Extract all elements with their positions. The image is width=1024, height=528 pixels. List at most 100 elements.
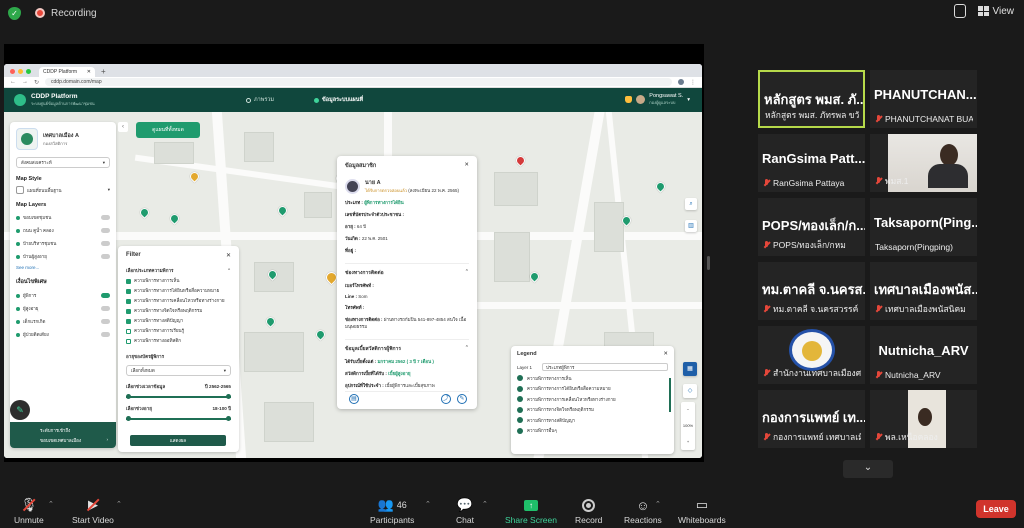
legend-scrollbar[interactable] (669, 378, 671, 412)
chart-icon[interactable]: ▥ (685, 220, 697, 232)
condition-item[interactable]: ผู้พิการ (16, 292, 110, 299)
map-marker[interactable] (188, 170, 201, 183)
map-marker[interactable] (514, 154, 527, 167)
close-tab-icon[interactable]: ✕ (87, 69, 91, 75)
browser-profile-avatar[interactable] (678, 79, 684, 85)
chevron-up-icon[interactable]: ⌃ (227, 268, 231, 275)
video-options-chevron-icon[interactable]: ⌃ (116, 500, 122, 508)
close-icon[interactable]: ✕ (226, 252, 231, 259)
participant-tile[interactable]: Nutnicha_ARV Nutnicha_ARV (870, 326, 977, 384)
reload-icon[interactable]: ↻ (34, 79, 39, 86)
participant-tile[interactable]: เทศบาลเมืองพนัส... เทศบาลเมืองพนัสนิคม (870, 262, 977, 320)
whiteboards-button[interactable]: ▭ Whiteboards (678, 496, 726, 525)
legend-toggle-icon[interactable]: ▦ (683, 362, 697, 376)
minimize-window-icon[interactable] (18, 69, 23, 74)
zoom-in-button[interactable]: + (681, 434, 695, 450)
nav-overview[interactable]: ภาพรวม (246, 96, 274, 104)
audio-options-chevron-icon[interactable]: ⌃ (48, 500, 54, 508)
map-marker[interactable] (264, 315, 277, 328)
document-icon[interactable]: ▤ (349, 394, 359, 404)
checkbox[interactable] (126, 339, 131, 344)
unmute-button[interactable]: 🎙 Unmute (14, 496, 44, 525)
layer-toggle[interactable] (101, 241, 110, 246)
legend-layer-select[interactable]: ประเภทผู้พิการ (542, 363, 668, 371)
apply-filter-button[interactable]: แสดงผล (130, 435, 226, 446)
see-more-link[interactable]: See more... (16, 265, 110, 270)
leave-button[interactable]: Leave (976, 500, 1016, 518)
back-icon[interactable]: ← (10, 79, 16, 85)
annotate-pen-icon[interactable]: ✎ (10, 400, 30, 420)
disability-type-option[interactable]: ความพิการทางจิตใจหรือพฤติกรรม (126, 308, 231, 315)
browser-menu-icon[interactable]: ⋮ (690, 79, 696, 86)
participant-tile[interactable]: หลักสูตร พมส. ภั... หลักสูตร พมส. ภัทรพล … (758, 70, 865, 128)
date-range-slider[interactable] (126, 394, 231, 399)
map-marker[interactable] (168, 212, 181, 225)
map-marker[interactable] (654, 180, 667, 193)
map-marker[interactable] (314, 328, 327, 341)
participant-tile[interactable]: พล.เหนือคลอง (870, 390, 977, 448)
card-age-select[interactable]: เลือกทั้งหมด ▾ (126, 365, 231, 376)
participant-tile[interactable]: ทม.ตาคลี จ.นครส... ทม.ตาคลี จ.นครสวรรค์ (758, 262, 865, 320)
age-range-slider[interactable] (126, 416, 231, 421)
view-all-map-button[interactable]: ดูแผนที่ทั้งหมด (136, 122, 200, 138)
gallery-next-page-button[interactable]: ⌄ (843, 460, 893, 478)
disability-type-option[interactable]: ความพิการทางสติปัญญา (126, 318, 231, 325)
layer-toggle[interactable] (101, 228, 110, 233)
participant-tile[interactable]: POPS/ทองเล็ก/ก... POPS/ทองเล็ก/กหม (758, 198, 865, 256)
maximize-window-icon[interactable] (26, 69, 31, 74)
camera-switch-icon[interactable] (953, 4, 966, 18)
map-style-select[interactable]: แผนที่ถนนพื้นฐาน ▾ (16, 186, 110, 194)
layer-item[interactable]: ป้ายบริหารชุมชน (16, 240, 110, 247)
participant-tile[interactable]: กองการแพทย์ เท... กองการแพทย์ เทศบาลเมือ.… (758, 390, 865, 448)
edit-icon[interactable]: ✎ (457, 394, 467, 404)
disability-type-option[interactable]: ความพิการทางการเห็น (126, 278, 231, 285)
browser-tab[interactable]: CDDP Platform ✕ (39, 67, 95, 77)
checkbox[interactable] (126, 289, 131, 294)
layer-item[interactable]: ขอบเขตชุมชน (16, 214, 110, 221)
new-tab-icon[interactable]: + (101, 67, 106, 76)
condition-toggle[interactable] (101, 319, 110, 324)
category-select[interactable]: สังคมสงเคราะห์ ▾ (16, 157, 110, 168)
view-button[interactable]: View (977, 6, 1014, 17)
close-window-icon[interactable] (10, 69, 15, 74)
checkbox[interactable] (126, 319, 131, 324)
participant-tile[interactable]: สำนักงานเทศบาลเมืองศรีส... (758, 326, 865, 384)
map-search-icon[interactable]: ⌕ (685, 198, 697, 210)
chevron-up-icon[interactable]: ⌃ (465, 345, 469, 353)
locate-icon[interactable]: ◇ (683, 384, 697, 398)
condition-item[interactable]: ผู้สูงอายุ (16, 305, 110, 312)
zoom-out-button[interactable]: − (681, 402, 695, 418)
condition-item[interactable]: ผู้ป่วยติดเตียง (16, 331, 110, 338)
map-canvas[interactable]: เทศบาลเมือง A กองสวัสดิการ สังคมสงเคราะห… (4, 112, 702, 458)
layer-item[interactable]: ถนน คูน้ำ คลอง (16, 227, 110, 234)
notification-bell-icon[interactable] (625, 96, 633, 103)
condition-toggle[interactable] (101, 332, 110, 337)
map-marker[interactable] (138, 206, 151, 219)
close-icon[interactable]: ✕ (464, 162, 469, 170)
forward-icon[interactable]: → (22, 79, 28, 85)
chat-options-chevron-icon[interactable]: ⌃ (482, 500, 488, 508)
checkbox[interactable] (126, 329, 131, 334)
participant-tile[interactable]: Taksaporn(Ping... Taksaporn(Pingping) (870, 198, 977, 256)
condition-item[interactable]: เด็กแรกเกิด (16, 318, 110, 325)
condition-toggle[interactable] (101, 293, 110, 298)
security-shield-icon[interactable]: ✓ (8, 6, 21, 20)
reactions-options-chevron-icon[interactable]: ⌃ (655, 500, 661, 508)
collapse-sidebar-button[interactable]: ‹ (118, 122, 128, 132)
checkbox[interactable] (126, 309, 131, 314)
layer-item[interactable]: บ้านผู้สูงอายุ (16, 253, 110, 260)
disability-type-option[interactable]: ความพิการทางออทิสติก (126, 338, 231, 345)
layer-toggle[interactable] (101, 215, 110, 220)
record-button[interactable]: Record (575, 496, 602, 525)
start-video-button[interactable]: ▶ Start Video (72, 496, 114, 525)
panel-splitter-handle[interactable] (707, 256, 710, 270)
chat-button[interactable]: 💬 Chat (456, 496, 474, 525)
participant-tile[interactable]: RanGsima Patt... RanGsima Pattaya (758, 134, 865, 192)
condition-toggle[interactable] (101, 306, 110, 311)
url-field[interactable]: cddp.domain.com/map (45, 78, 672, 86)
sidebar-footer[interactable]: ระดับการเข้าถึง ขอบเขตเทศบาลเมือง › (10, 422, 116, 448)
disability-type-option[interactable]: ความพิการทางการได้ยินหรือสื่อความหมาย (126, 288, 231, 295)
share-icon[interactable]: ⤴ (441, 394, 451, 404)
share-screen-button[interactable]: ↑ Share Screen (505, 496, 557, 525)
participant-tile[interactable]: พมส.1 (870, 134, 977, 192)
